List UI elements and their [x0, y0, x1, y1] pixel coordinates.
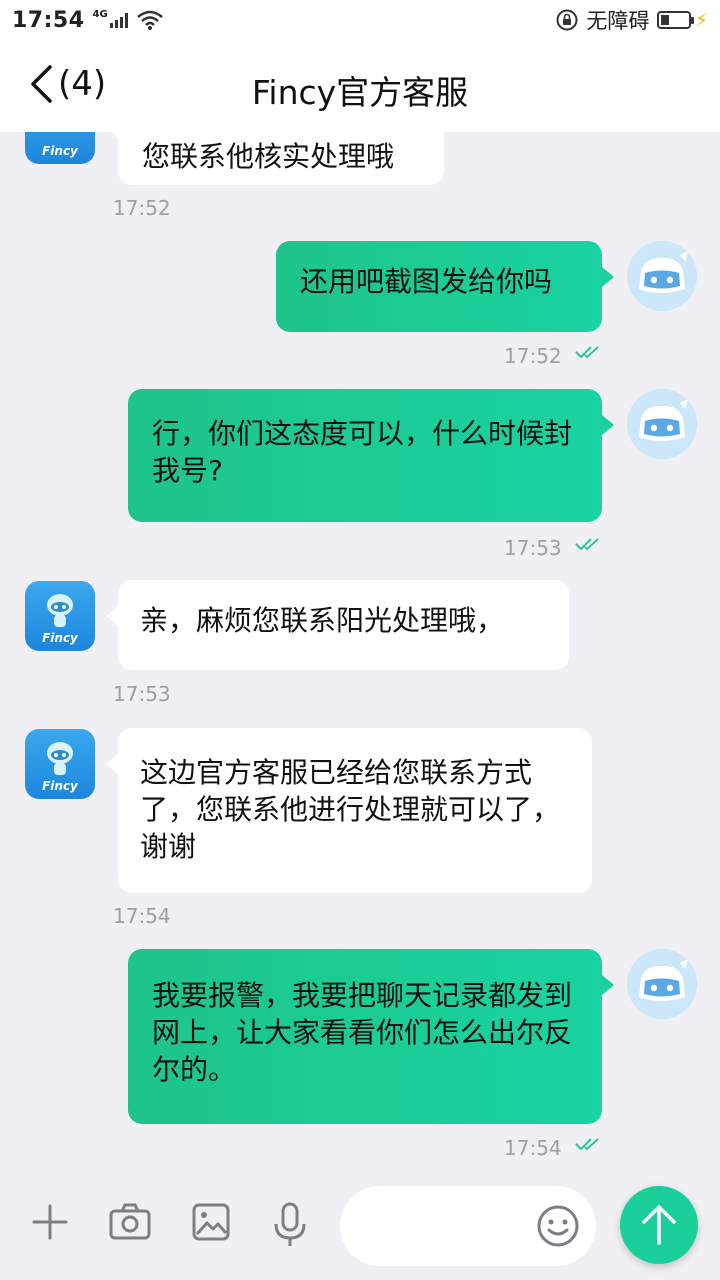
- user-avatar-image: [627, 389, 697, 459]
- bot-avatar[interactable]: Fincy: [25, 729, 95, 799]
- battery-icon: [657, 11, 695, 29]
- message-time: 17:54: [113, 904, 171, 928]
- plus-icon[interactable]: [30, 1202, 70, 1242]
- message-input[interactable]: [340, 1186, 596, 1266]
- send-button[interactable]: [620, 1186, 698, 1264]
- message-text: 您联系他核实处理哦: [142, 140, 395, 173]
- wifi-icon: [136, 10, 163, 30]
- chat-messages[interactable]: Fincy 您联系他核实处理哦 17:52 还用吧截图发给你吗 17:52 行，…: [0, 132, 720, 1172]
- message-text: 还用吧截图发给你吗: [300, 265, 553, 298]
- avatar-brand: Fincy: [42, 144, 78, 158]
- image-icon[interactable]: [191, 1202, 231, 1242]
- message-bubble[interactable]: 行，你们这态度可以，什么时候封我号?: [128, 389, 614, 522]
- network-type: 4G: [92, 8, 108, 20]
- message-bubble[interactable]: 您联系他核实处理哦: [106, 132, 444, 185]
- message-text: 这边官方客服已经给您联系方式了，您联系他进行处理就可以了，谢谢: [140, 756, 561, 863]
- user-avatar-image: [627, 241, 697, 311]
- status-bar: 17:54 4G 无障碍 ⚡: [0, 0, 720, 40]
- charging-icon: ⚡: [695, 9, 708, 31]
- status-time: 17:54: [12, 7, 85, 33]
- message-bubble[interactable]: 我要报警，我要把聊天记录都发到网上，让大家看看你们怎么出尔反尔的。: [128, 949, 614, 1124]
- message-text: 我要报警，我要把聊天记录都发到网上，让大家看看你们怎么出尔反尔的。: [152, 979, 573, 1086]
- message-text: 亲，麻烦您联系阳光处理哦，: [140, 604, 505, 637]
- message-time: 17:52: [504, 344, 562, 368]
- message-time: 17:53: [113, 682, 171, 706]
- microphone-icon[interactable]: [272, 1202, 308, 1248]
- page-title: Fincy官方客服: [251, 73, 469, 112]
- camera-icon[interactable]: [108, 1202, 152, 1242]
- message-text: 行，你们这态度可以，什么时候封我号?: [152, 417, 573, 487]
- read-check-icon: [575, 538, 599, 551]
- bot-avatar[interactable]: Fincy: [25, 581, 95, 651]
- message-bubble[interactable]: 这边官方客服已经给您联系方式了，您联系他进行处理就可以了，谢谢: [106, 728, 592, 893]
- read-check-icon: [575, 1138, 599, 1151]
- lock-icon: [556, 9, 578, 31]
- message-time: 17:53: [504, 536, 562, 560]
- user-avatar[interactable]: [627, 389, 697, 459]
- read-check-icon: [575, 346, 599, 359]
- user-avatar[interactable]: [627, 949, 697, 1019]
- input-bar: [0, 1172, 720, 1280]
- message-bubble[interactable]: 还用吧截图发给你吗: [276, 241, 614, 332]
- emoji-icon[interactable]: [536, 1204, 580, 1248]
- message-time: 17:52: [113, 196, 171, 220]
- user-avatar[interactable]: [627, 241, 697, 311]
- accessibility-label: 无障碍: [586, 9, 650, 33]
- user-avatar-image: [627, 949, 697, 1019]
- chat-header: (4) Fincy官方客服: [0, 40, 720, 132]
- bot-avatar[interactable]: Fincy: [25, 132, 95, 164]
- send-arrow-icon: [642, 1205, 676, 1245]
- avatar-brand: Fincy: [42, 779, 78, 793]
- message-time: 17:54: [504, 1136, 562, 1160]
- message-bubble[interactable]: 亲，麻烦您联系阳光处理哦，: [106, 580, 569, 670]
- signal-icon: [109, 12, 128, 28]
- avatar-brand: Fincy: [42, 631, 78, 645]
